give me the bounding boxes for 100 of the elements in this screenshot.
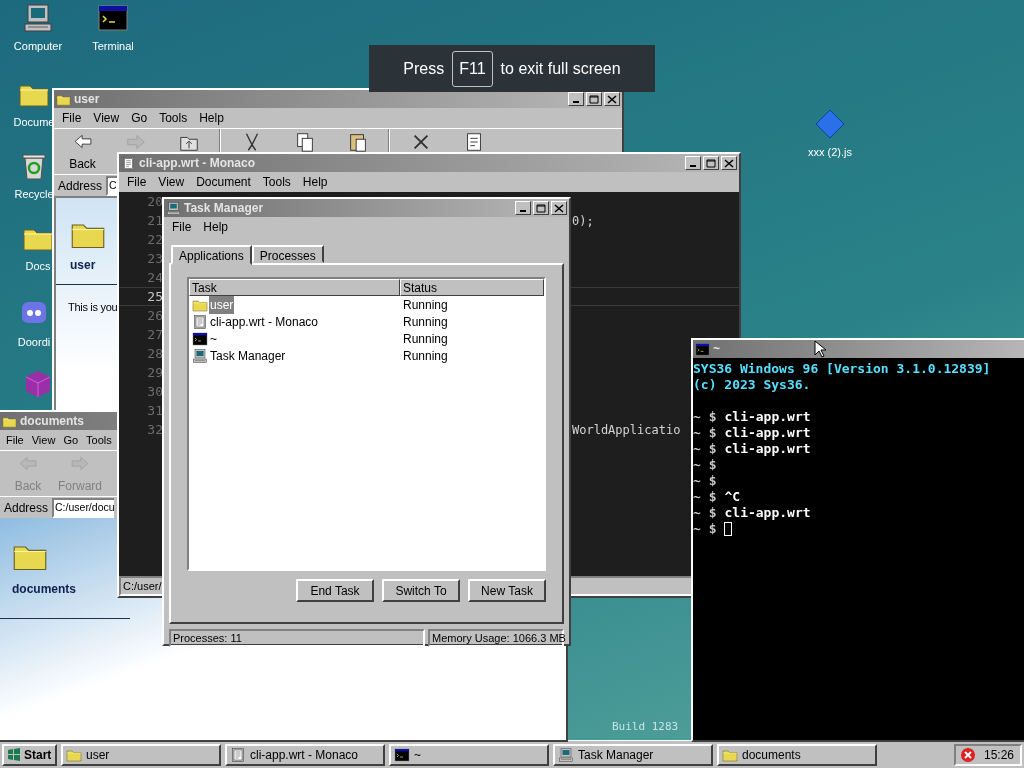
desktop-icon-label[interactable]: Terminal [92, 38, 134, 55]
taskbar-button[interactable]: cli-app.wrt - Monaco [225, 743, 385, 766]
diamond-icon [814, 108, 846, 140]
notice-text: to exit full screen [500, 58, 621, 79]
maximize-icon [589, 94, 599, 104]
dialog-button[interactable]: New Task [468, 579, 546, 602]
code-text: WorldApplicatio [572, 421, 681, 439]
line-number: 31 [146, 401, 163, 420]
menu-item[interactable]: View [27, 431, 60, 449]
terminal-icon [192, 330, 208, 347]
column-header[interactable]: Task [189, 279, 400, 296]
line-number: 32 [146, 420, 163, 439]
status-panel: Memory Usage: 1066.3 MB [428, 629, 564, 647]
document-icon [121, 155, 136, 171]
line-number: 29 [146, 363, 163, 382]
computer-icon [192, 347, 208, 364]
minimize-button[interactable] [685, 156, 701, 170]
terminal-text: (c) 2023 Sys36. [693, 377, 811, 393]
close-button[interactable] [551, 201, 567, 215]
task-name[interactable]: cli-app.wrt - Monaco [209, 312, 320, 331]
task-status: Running [402, 313, 448, 331]
menu-item[interactable]: File [121, 173, 153, 191]
window-title: cli-app.wrt - Monaco [139, 155, 255, 172]
minimize-icon [520, 210, 526, 212]
task-status: Running [402, 347, 448, 365]
taskbar-button[interactable]: ~ [389, 743, 549, 766]
menu-item[interactable]: File [2, 431, 28, 449]
document-icon [192, 313, 208, 330]
menu-item[interactable]: View [152, 173, 191, 191]
menu-item[interactable]: File [166, 218, 198, 236]
menu-item[interactable]: Tools [82, 431, 116, 449]
menu-item[interactable]: Help [197, 218, 235, 236]
desktop-icon-label[interactable]: xxx (2).js [808, 144, 852, 161]
address-field[interactable]: C:/user/docu [52, 497, 115, 518]
terminal-command: cli-app.wrt [724, 409, 811, 425]
menu-item[interactable]: Go [59, 431, 83, 449]
key-label: F11 [452, 50, 493, 87]
maximize-button[interactable] [533, 201, 549, 215]
window-title: documents [20, 413, 84, 430]
terminal-prompt: ~ $ [693, 425, 717, 441]
desktop-icon-label[interactable]: Computer [13, 38, 63, 55]
maximize-button[interactable] [703, 156, 719, 170]
maximize-button[interactable] [586, 92, 602, 106]
task-name[interactable]: Task Manager [209, 346, 287, 365]
close-icon [554, 203, 564, 213]
status-text: C:/user/ [123, 578, 162, 594]
terminal-icon [97, 2, 129, 34]
line-number: 28 [146, 344, 163, 363]
desktop-icon-label[interactable]: Doordi [17, 334, 51, 351]
line-number: 24 [146, 268, 163, 287]
window-title: user [74, 91, 100, 108]
menu-item[interactable]: Help [296, 173, 334, 191]
close-button[interactable] [604, 92, 620, 106]
menu-item[interactable]: Tools [256, 173, 297, 191]
computer-icon [22, 2, 54, 34]
folder-title: user [70, 257, 96, 274]
line-number: 21 [146, 211, 163, 230]
text-cursor [724, 522, 733, 536]
line-number: 25 [146, 287, 163, 306]
terminal-prompt: ~ $ [693, 457, 717, 473]
minimize-button[interactable] [568, 92, 584, 106]
error-icon [960, 746, 976, 763]
menu-item[interactable]: File [56, 109, 88, 127]
status-panel: Processes: 11 [169, 629, 425, 647]
column-header[interactable]: Status [400, 279, 544, 296]
line-number: 22 [146, 230, 163, 249]
terminal-command: cli-app.wrt [724, 425, 811, 441]
taskbar-button[interactable]: documents [717, 743, 877, 766]
tab[interactable]: Processes [251, 245, 324, 263]
minimize-button[interactable] [515, 201, 531, 215]
tab[interactable]: Applications [171, 245, 252, 265]
menu-item[interactable]: Tools [153, 109, 194, 127]
maximize-icon [706, 158, 716, 168]
menu-item[interactable]: Go [125, 109, 154, 127]
terminal-screen[interactable]: SYS36 Windows 96 [Version 3.1.0.12839] (c) 2023 Sys36. ~ $ cli-app.wrt ~ $ cli-app.wrt ~ $ cli-app.wrt ~ $ ~ $ ~ $ ^C ~ $ cli-app.wrt ~ $ [693, 358, 1024, 740]
terminal-command: ^C [724, 489, 741, 505]
window-title: Task Manager [184, 200, 264, 217]
line-number: 20 [146, 192, 163, 211]
terminal-prompt: ~ $ [693, 489, 717, 505]
dialog-button[interactable]: End Task [296, 579, 374, 602]
task-name[interactable]: ~ [209, 329, 218, 348]
address-label: Address [58, 177, 103, 195]
taskbar-button[interactable]: user [61, 743, 221, 766]
dialog-button[interactable]: Switch To [382, 579, 460, 602]
menu-item[interactable]: Document [190, 173, 257, 191]
menu-item[interactable]: View [87, 109, 126, 127]
maximize-icon [536, 203, 546, 213]
desktop-icon-label[interactable]: Docs [25, 258, 51, 275]
taskbar-button[interactable]: Task Manager [553, 743, 713, 766]
code-text: 0); [572, 212, 594, 230]
terminal-prompt: ~ $ [693, 409, 717, 425]
toolbar-button[interactable]: Back [56, 129, 109, 173]
close-button[interactable] [721, 156, 737, 170]
menu-item[interactable]: Help [193, 109, 230, 127]
start-button[interactable]: Start [2, 743, 57, 766]
terminal-icon [695, 341, 710, 357]
desktop-icon-label[interactable]: Recycle [14, 186, 54, 203]
document-icon [230, 746, 246, 763]
address-label: Address [4, 499, 49, 517]
terminal-prompt: ~ $ [693, 505, 717, 521]
